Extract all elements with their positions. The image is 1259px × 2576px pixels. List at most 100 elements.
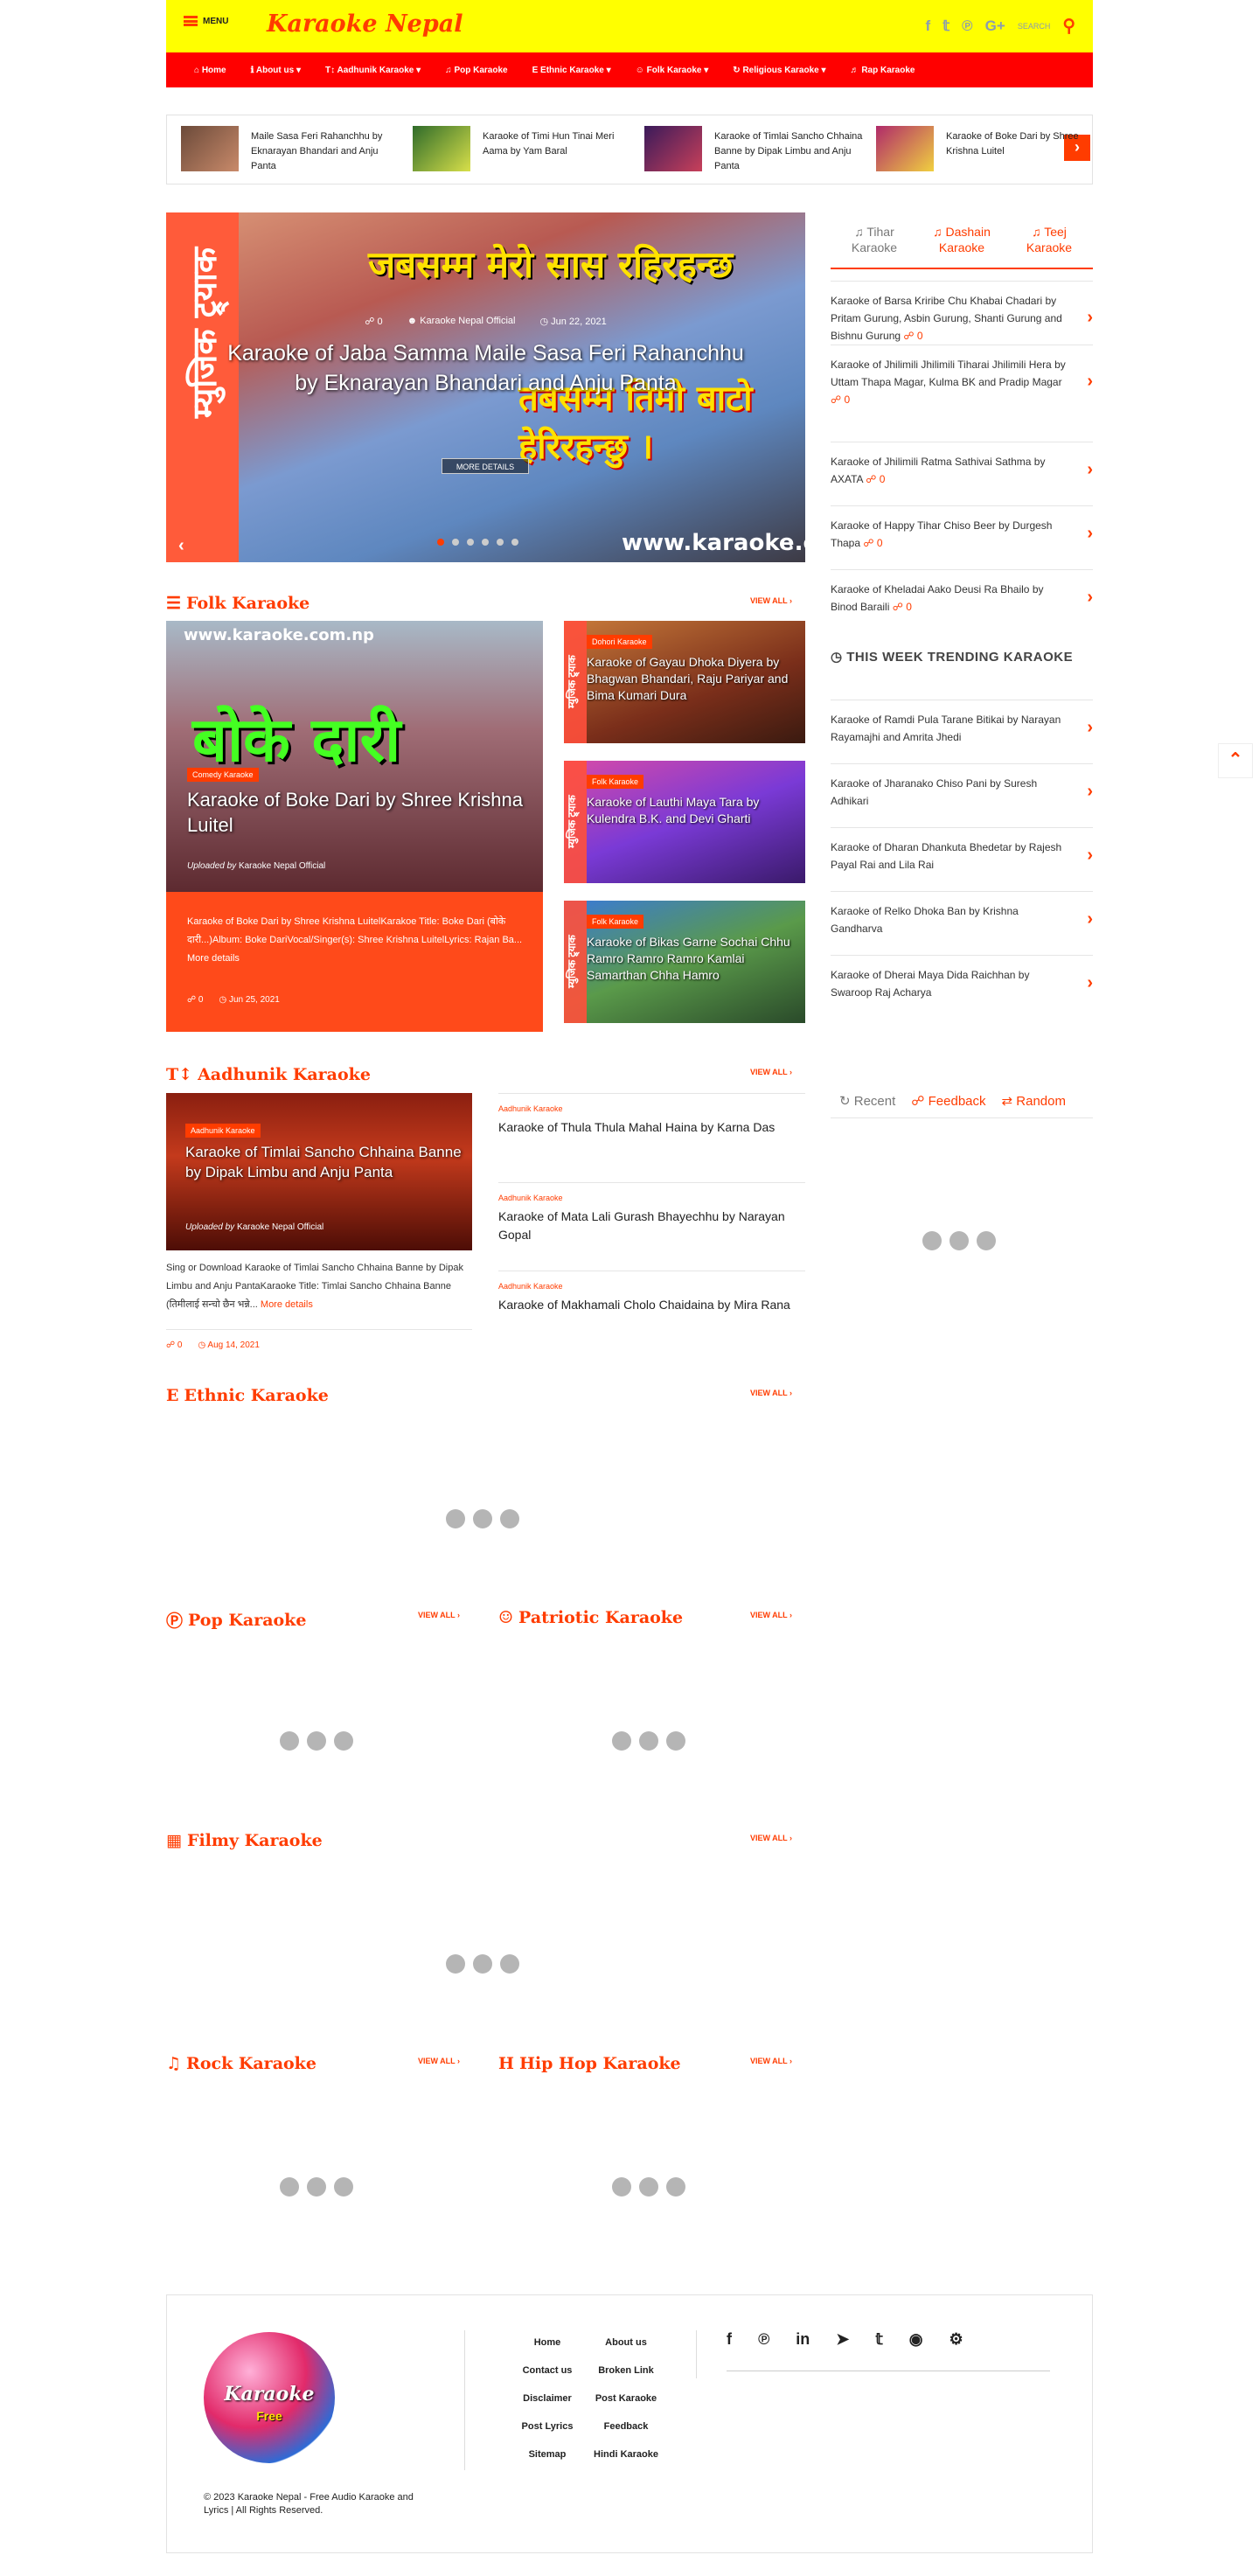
- footer-link-about-us[interactable]: About us: [587, 2337, 665, 2348]
- folk-card[interactable]: म्युजिक ट्र्याक Folk Karaoke Karaoke of La…: [564, 761, 805, 883]
- folk-card[interactable]: म्युजिक ट्र्याक Dohori Karaoke Karaoke of …: [564, 621, 805, 743]
- hero-next-arrow[interactable]: ›: [787, 536, 793, 556]
- footer-link-contact-us[interactable]: Contact us: [508, 2365, 587, 2376]
- slider-dot[interactable]: [467, 539, 474, 546]
- comment-count[interactable]: ☍ 0: [889, 601, 912, 613]
- twitter-icon[interactable]: 𝕥: [943, 17, 949, 35]
- footer-link-disclaimer[interactable]: Disclaimer: [508, 2393, 587, 2404]
- strip-thumbnail[interactable]: [876, 126, 934, 171]
- folk-card-title[interactable]: Karaoke of Bikas Garne Sochai Chhu Ramro…: [587, 934, 801, 984]
- android-icon[interactable]: ⚙: [949, 2330, 963, 2349]
- ethnic-heading[interactable]: E Ethnic Karaoke: [166, 1386, 329, 1405]
- strip-title[interactable]: Maile Sasa Feri Rahanchhu by Eknarayan B…: [251, 129, 400, 174]
- list-item-category[interactable]: Aadhunik Karaoke: [498, 1282, 805, 1291]
- telegram-icon[interactable]: ➤: [836, 2330, 849, 2349]
- search-label[interactable]: SEARCH: [1018, 22, 1051, 31]
- footer-logo[interactable]: Karaoke Free: [204, 2332, 335, 2463]
- chevron-right-icon[interactable]: ›: [1087, 588, 1093, 606]
- filmy-view-all[interactable]: VIEW ALL ›: [750, 1834, 792, 1842]
- hiphop-view-all[interactable]: VIEW ALL ›: [750, 2057, 792, 2065]
- folk-card[interactable]: म्युजिक ट्र्याक Folk Karaoke Karaoke of Bi…: [564, 901, 805, 1023]
- chevron-right-icon[interactable]: ›: [1087, 719, 1093, 736]
- site-logo[interactable]: Karaoke Nepal: [267, 10, 463, 38]
- hiphop-heading[interactable]: H Hip Hop Karaoke: [498, 2054, 681, 2073]
- hero-author[interactable]: ☻ Karaoke Nepal Official: [407, 316, 516, 327]
- tab-dashain[interactable]: ♫ Dashain Karaoke: [927, 224, 997, 255]
- folk-card-title[interactable]: Karaoke of Lauthi Maya Tara by Kulendra …: [587, 794, 801, 827]
- footer-link-sitemap[interactable]: Sitemap: [508, 2449, 587, 2460]
- facebook-icon[interactable]: f: [926, 17, 931, 35]
- slider-dot[interactable]: [511, 539, 518, 546]
- footer-link-post-lyrics[interactable]: Post Lyrics: [508, 2421, 587, 2432]
- sidebar-list-item[interactable]: Karaoke of Kheladai Aako Deusi Ra Bhailo…: [831, 569, 1093, 626]
- folk-card-badge[interactable]: Dohori Karaoke: [587, 635, 652, 649]
- sidebar-item-title[interactable]: Karaoke of Barsa Kriribe Chu Khabai Chad…: [831, 295, 1062, 342]
- sidebar-list-item[interactable]: Karaoke of Jhilimili Jhilimili Tiharai J…: [831, 345, 1093, 419]
- nav-item-folk-karaoke[interactable]: ☺ Folk Karaoke ▾: [623, 66, 721, 75]
- list-item-title[interactable]: Karaoke of Mata Lali Gurash Bhayechhu by…: [498, 1208, 805, 1244]
- chevron-right-icon[interactable]: ›: [1087, 309, 1093, 326]
- sidebar-list-item[interactable]: Karaoke of Jhilimili Ratma Sathivai Sath…: [831, 442, 1093, 498]
- nav-item-religious-karaoke[interactable]: ↻ Religious Karaoke ▾: [720, 66, 838, 75]
- ethnic-view-all[interactable]: VIEW ALL ›: [750, 1389, 792, 1397]
- pop-view-all[interactable]: VIEW ALL ›: [418, 1611, 460, 1619]
- chevron-right-icon[interactable]: ›: [1087, 910, 1093, 928]
- trending-list-item[interactable]: Karaoke of Dherai Maya Dida Raichhan by …: [831, 955, 1093, 1012]
- folk-card-title[interactable]: Karaoke of Gayau Dhoka Diyera by Bhagwan…: [587, 654, 801, 704]
- rock-view-all[interactable]: VIEW ALL ›: [418, 2057, 460, 2065]
- linkedin-icon[interactable]: in: [796, 2330, 810, 2349]
- hero-slider[interactable]: म्युजिक ट्र्याक जबसम्म मेरो सास रहिरहन्छ…: [166, 212, 805, 562]
- strip-title[interactable]: Karaoke of Timi Hun Tinai Meri Aama by Y…: [483, 129, 631, 159]
- tab-random[interactable]: ⇄ Random: [1002, 1093, 1066, 1109]
- patriotic-heading[interactable]: ☺ Patriotic Karaoke: [498, 1608, 683, 1627]
- tab-recent[interactable]: ↻ Recent: [839, 1093, 895, 1109]
- comment-icon[interactable]: ☍ 0: [187, 995, 203, 1005]
- list-item-title[interactable]: Karaoke of Thula Thula Mahal Haina by Ka…: [498, 1118, 805, 1137]
- nav-item-home[interactable]: ⌂ Home: [182, 66, 239, 75]
- tab-feedback[interactable]: ☍ Feedback: [911, 1093, 985, 1109]
- nav-item-rap-karaoke[interactable]: ♬ Rap Karaoke: [838, 66, 928, 75]
- patriotic-view-all[interactable]: VIEW ALL ›: [750, 1611, 792, 1619]
- aadhunik-featured[interactable]: Aadhunik Karaoke Karaoke of Timlai Sanch…: [166, 1093, 472, 1250]
- slider-dot[interactable]: [452, 539, 459, 546]
- comment-count[interactable]: ☍ 0: [860, 537, 882, 549]
- chevron-right-icon[interactable]: ›: [1087, 372, 1093, 390]
- chevron-right-icon[interactable]: ›: [1087, 525, 1093, 542]
- pinterest-icon[interactable]: ℗: [758, 2330, 769, 2349]
- nav-item-ethnic-karaoke[interactable]: E Ethnic Karaoke ▾: [520, 66, 623, 75]
- aadhunik-heading[interactable]: T↕ Aadhunik Karaoke: [166, 1065, 371, 1084]
- list-item[interactable]: Aadhunik Karaoke Karaoke of Makhamali Cho…: [498, 1271, 805, 1314]
- comment-count[interactable]: ☍ 0: [901, 330, 922, 342]
- strip-item[interactable]: Karaoke of Boke Dari by Shree Krishna Lu…: [876, 126, 1099, 174]
- chevron-right-icon[interactable]: ›: [1087, 974, 1093, 992]
- strip-title[interactable]: Karaoke of Timlai Sancho Chhaina Banne b…: [714, 129, 863, 174]
- filmy-heading[interactable]: ▦ Filmy Karaoke: [166, 1831, 323, 1850]
- footer-link-post-karaoke[interactable]: Post Karaoke: [587, 2393, 665, 2404]
- aadhunik-featured-title[interactable]: Karaoke of Timlai Sancho Chhaina Banne b…: [185, 1142, 465, 1182]
- tab-teej[interactable]: ♫ Teej Karaoke: [1014, 224, 1084, 255]
- strip-thumbnail[interactable]: [413, 126, 470, 171]
- menu-button[interactable]: MENU: [184, 16, 228, 26]
- trending-item-title[interactable]: Karaoke of Relko Dhoka Ban by Krishna Ga…: [831, 905, 1019, 935]
- list-item-category[interactable]: Aadhunik Karaoke: [498, 1194, 805, 1202]
- aadhunik-featured-badge[interactable]: Aadhunik Karaoke: [185, 1124, 261, 1138]
- strip-item[interactable]: Karaoke of Timi Hun Tinai Meri Aama by Y…: [413, 126, 636, 174]
- list-item[interactable]: Aadhunik Karaoke Karaoke of Mata Lali Gur…: [498, 1182, 805, 1244]
- slider-dot[interactable]: [437, 539, 444, 546]
- trending-list-item[interactable]: Karaoke of Relko Dhoka Ban by Krishna Ga…: [831, 891, 1093, 948]
- trending-item-title[interactable]: Karaoke of Jharanako Chiso Pani by Sures…: [831, 777, 1037, 807]
- google-plus-icon[interactable]: G+: [985, 17, 1005, 35]
- twitter-icon[interactable]: 𝕥: [875, 2330, 882, 2349]
- slider-dot[interactable]: [497, 539, 504, 546]
- folk-featured[interactable]: www.karaoke.com.np बोके दारी Comedy Kara…: [166, 621, 543, 1032]
- trending-list-item[interactable]: Karaoke of Dharan Dhankuta Bhedetar by R…: [831, 827, 1093, 884]
- chevron-right-icon[interactable]: ›: [1087, 846, 1093, 864]
- strip-thumbnail[interactable]: [644, 126, 702, 171]
- folk-featured-badge[interactable]: Comedy Karaoke: [187, 768, 259, 782]
- list-item-title[interactable]: Karaoke of Makhamali Cholo Chaidaina by …: [498, 1296, 805, 1314]
- strip-item[interactable]: Karaoke of Timlai Sancho Chhaina Banne b…: [644, 126, 867, 174]
- sidebar-item-title[interactable]: Karaoke of Jhilimili Jhilimili Tiharai J…: [831, 359, 1066, 388]
- pop-heading[interactable]: Ⓟ Pop Karaoke: [166, 1608, 306, 1632]
- folk-card-badge[interactable]: Folk Karaoke: [587, 915, 644, 929]
- rss-icon[interactable]: ◉: [909, 2330, 923, 2349]
